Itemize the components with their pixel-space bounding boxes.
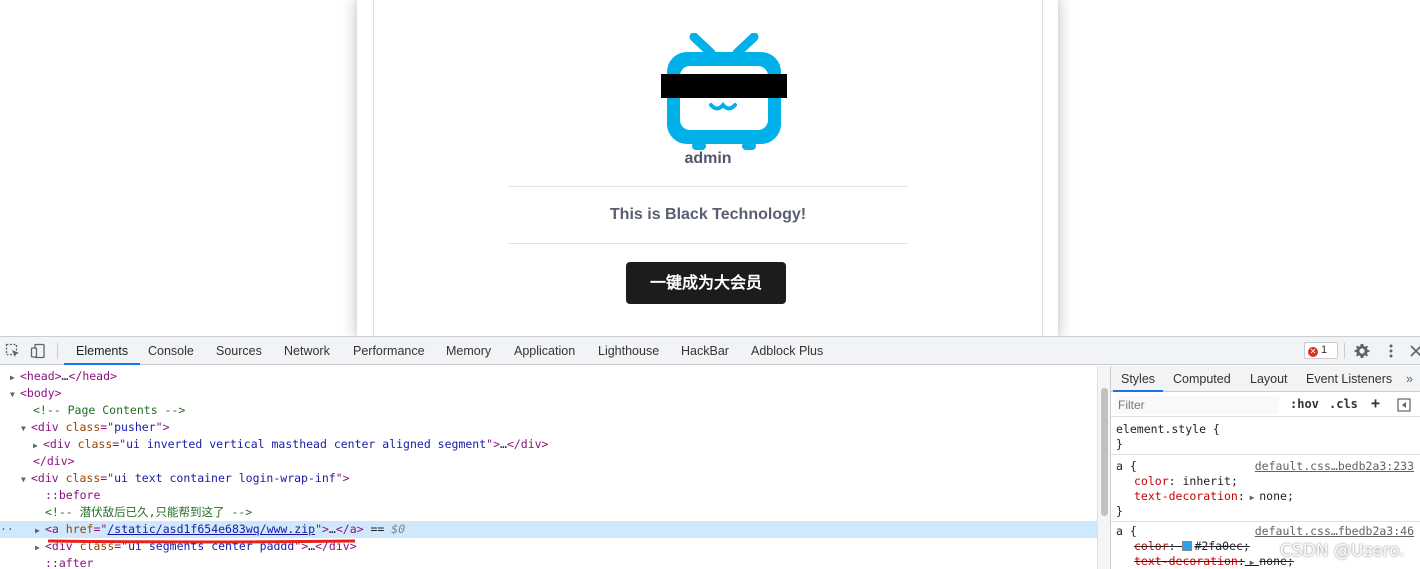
rule-a-selector[interactable]: a { <box>1116 524 1137 539</box>
styles-filter-row: :hov .cls + <box>1111 393 1420 417</box>
css-property-overridden[interactable]: color: #2fa0ec; <box>1134 539 1250 554</box>
dom-node-body[interactable]: ▼ <body> <box>0 385 1097 402</box>
expand-arrow-icon[interactable]: ▶ <box>33 437 43 454</box>
tab-elements[interactable]: Elements <box>63 337 141 365</box>
become-vip-button[interactable]: 一键成为大会员 <box>626 262 786 304</box>
expand-arrow-icon[interactable]: ▶ <box>1245 558 1259 567</box>
tab-layout[interactable]: Layout <box>1250 366 1288 392</box>
expand-arrow-icon[interactable]: ▶ <box>10 369 20 386</box>
red-annotation-underline <box>48 539 355 544</box>
css-property-overridden[interactable]: text-decoration: ▶ none; <box>1134 554 1294 569</box>
css-property[interactable]: text-decoration: ▶ none; <box>1134 489 1294 504</box>
more-tabs-icon[interactable]: » <box>1406 366 1413 392</box>
element-style-rule[interactable]: element.style { <box>1116 422 1220 437</box>
divider <box>508 243 908 244</box>
cls-toggle[interactable]: .cls <box>1329 397 1358 411</box>
dom-node-a-selected[interactable]: ·· ▶ <a href="/static/asd1f654e683wq/www.… <box>0 521 1097 538</box>
bilibili-tv-logo <box>661 33 787 150</box>
scrollbar-thumb[interactable] <box>1101 388 1108 516</box>
tab-memory[interactable]: Memory <box>446 337 491 365</box>
expand-arrow-icon[interactable]: ▶ <box>35 522 45 539</box>
styles-pane: Styles Computed Layout Event Listeners »… <box>1110 366 1420 569</box>
more-options-icon[interactable] <box>1383 343 1399 359</box>
dom-node-close[interactable]: </div> <box>0 453 1097 470</box>
tab-application[interactable]: Application <box>514 337 575 365</box>
styles-filter-input[interactable] <box>1115 396 1279 414</box>
collapse-arrow-icon[interactable]: ▼ <box>10 386 20 403</box>
rule-source-link[interactable]: default.css…fbedb2a3:46 <box>1255 524 1414 539</box>
inspect-element-icon[interactable] <box>5 343 21 359</box>
tab-styles[interactable]: Styles <box>1112 366 1164 392</box>
tab-adblock-plus[interactable]: Adblock Plus <box>751 337 823 365</box>
login-segment: admin This is Black Technology! 一键成为大会员 <box>373 0 1043 336</box>
tab-network[interactable]: Network <box>284 337 330 365</box>
href-link[interactable]: /static/asd1f654e683wq/www.zip <box>107 522 315 536</box>
dom-node-head[interactable]: ▶ <head>…</head> <box>0 368 1097 385</box>
collapse-arrow-icon[interactable]: ▼ <box>21 471 31 488</box>
rule-close-brace: } <box>1116 504 1123 518</box>
dom-pseudo-before[interactable]: ::before <box>0 487 1097 504</box>
toolbar-separator <box>1344 343 1345 359</box>
tab-lighthouse[interactable]: Lighthouse <box>598 337 659 365</box>
dom-node-div[interactable]: ▼ <div class="ui text container login-wra… <box>0 470 1097 487</box>
error-icon: ✕ <box>1308 347 1318 357</box>
hov-toggle[interactable]: :hov <box>1290 397 1319 411</box>
elements-tree: ▶ <head>…</head> ▼ <body> <!-- Page Conten… <box>0 366 1097 569</box>
toolbar-separator <box>57 343 58 359</box>
gear-icon[interactable] <box>1354 343 1370 359</box>
rule-a-selector[interactable]: a { <box>1116 459 1137 474</box>
censor-bar <box>661 74 787 98</box>
error-count-badge[interactable]: ✕ 1 <box>1304 342 1338 359</box>
page-viewport: admin This is Black Technology! 一键成为大会员 <box>0 0 1420 336</box>
device-toolbar-icon[interactable] <box>30 343 46 359</box>
page-card: admin This is Black Technology! 一键成为大会员 <box>357 0 1058 336</box>
username-label: admin <box>684 150 732 167</box>
rule-separator <box>1111 521 1420 522</box>
dom-comment[interactable]: <!-- Page Contents --> <box>0 402 1097 419</box>
close-icon[interactable] <box>1408 343 1420 359</box>
tab-event-listeners[interactable]: Event Listeners <box>1306 366 1392 392</box>
tab-hackbar[interactable]: HackBar <box>681 337 729 365</box>
rule-separator <box>1111 454 1420 455</box>
styles-tabbar: Styles Computed Layout Event Listeners » <box>1111 366 1420 392</box>
toggle-sidebar-icon[interactable] <box>1397 398 1411 412</box>
tagline: This is Black Technology! <box>609 206 807 223</box>
dom-pseudo-after[interactable]: ::after <box>0 555 1097 569</box>
dom-node-div[interactable]: ▶ <div class="ui inverted vertical masthe… <box>0 436 1097 453</box>
devtools-toolbar: Elements Console Sources Network Perform… <box>0 337 1420 365</box>
color-swatch[interactable] <box>1182 541 1193 551</box>
devtools-panel: Elements Console Sources Network Perform… <box>0 336 1420 569</box>
dom-node-div[interactable]: ▼ <div class="pusher"> <box>0 419 1097 436</box>
collapse-arrow-icon[interactable]: ▼ <box>21 420 31 437</box>
elements-scrollbar[interactable] <box>1097 366 1110 569</box>
tab-console[interactable]: Console <box>148 337 194 365</box>
csdn-watermark: CSDN @Uzero. <box>1280 541 1405 561</box>
rule-close-brace: } <box>1116 437 1123 451</box>
rule-source-link[interactable]: default.css…bedb2a3:233 <box>1255 459 1414 474</box>
tab-sources[interactable]: Sources <box>216 337 262 365</box>
tab-performance[interactable]: Performance <box>353 337 425 365</box>
new-rule-plus-icon[interactable]: + <box>1371 394 1380 412</box>
expand-arrow-icon[interactable]: ▶ <box>1245 493 1259 502</box>
tab-computed[interactable]: Computed <box>1173 366 1231 392</box>
expand-arrow-icon[interactable]: ▶ <box>35 539 45 556</box>
dom-comment-hint[interactable]: <!-- 潜伏敌后已久,只能帮到这了 --> <box>0 504 1097 521</box>
css-property[interactable]: color: inherit; <box>1134 474 1238 489</box>
divider <box>508 186 908 187</box>
